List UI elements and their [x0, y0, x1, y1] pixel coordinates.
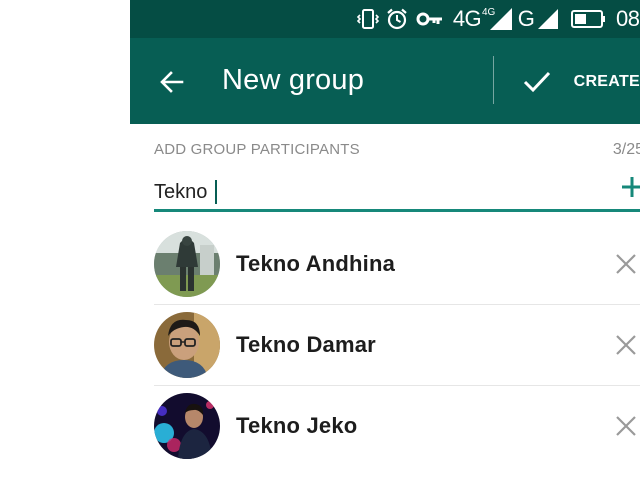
search-field	[154, 172, 640, 212]
battery-icon	[570, 0, 608, 38]
contact-name: Tekno Damar	[236, 332, 376, 357]
create-button[interactable]: CREATE	[508, 58, 640, 106]
avatar	[154, 312, 220, 378]
search-underline	[154, 209, 640, 212]
app-bar-divider	[493, 56, 494, 104]
network-g-text: G	[517, 6, 535, 31]
left-margin	[0, 0, 130, 480]
status-bar: 4G 4G G 08	[130, 0, 640, 38]
contact-row[interactable]: Tekno Andhina	[154, 224, 640, 305]
close-icon	[616, 254, 636, 274]
clock-text: 08	[616, 6, 640, 31]
alarm-icon	[384, 0, 410, 38]
selected-participants-list: Tekno Andhina Tekno Damar Tekno Jeko	[154, 224, 640, 466]
add-participants-label: ADD GROUP PARTICIPANTS	[154, 141, 360, 158]
app-bar: New group CREATE	[130, 38, 640, 124]
network-4g-label: 4G	[452, 0, 482, 38]
search-input[interactable]	[154, 178, 584, 206]
check-icon	[518, 62, 556, 102]
contact-name: Tekno Jeko	[236, 413, 358, 438]
add-participant-button[interactable]	[614, 172, 640, 202]
page-title: New group	[222, 64, 365, 96]
remove-contact-button[interactable]	[612, 250, 640, 278]
network-4g-small: 4G	[482, 7, 496, 18]
avatar	[154, 231, 220, 297]
avatar	[154, 393, 220, 459]
remove-contact-button[interactable]	[612, 412, 640, 440]
back-button[interactable]	[150, 60, 194, 104]
clock: 08	[616, 0, 640, 38]
contact-name: Tekno Andhina	[236, 251, 396, 276]
vpn-key-icon	[416, 0, 444, 38]
signal-strength-icon: 4G	[482, 0, 514, 38]
contact-row[interactable]: Tekno Jeko	[154, 386, 640, 466]
arrow-back-icon	[160, 71, 184, 93]
close-icon	[616, 416, 636, 436]
close-icon	[616, 335, 636, 355]
network-g-label: G	[516, 0, 536, 38]
signal-strength-2-icon	[536, 0, 560, 38]
participant-count: 3/25	[612, 141, 640, 158]
phone-screen: 4G 4G G 08 New group CREATE ADD GROUP PA…	[130, 0, 640, 480]
remove-contact-button[interactable]	[612, 331, 640, 359]
text-caret	[215, 180, 217, 204]
contact-row[interactable]: Tekno Damar	[154, 305, 640, 386]
vibrate-icon	[356, 0, 380, 38]
plus-icon	[622, 177, 640, 197]
network-4g-text: 4G	[452, 6, 482, 31]
create-label: CREATE	[573, 73, 640, 90]
